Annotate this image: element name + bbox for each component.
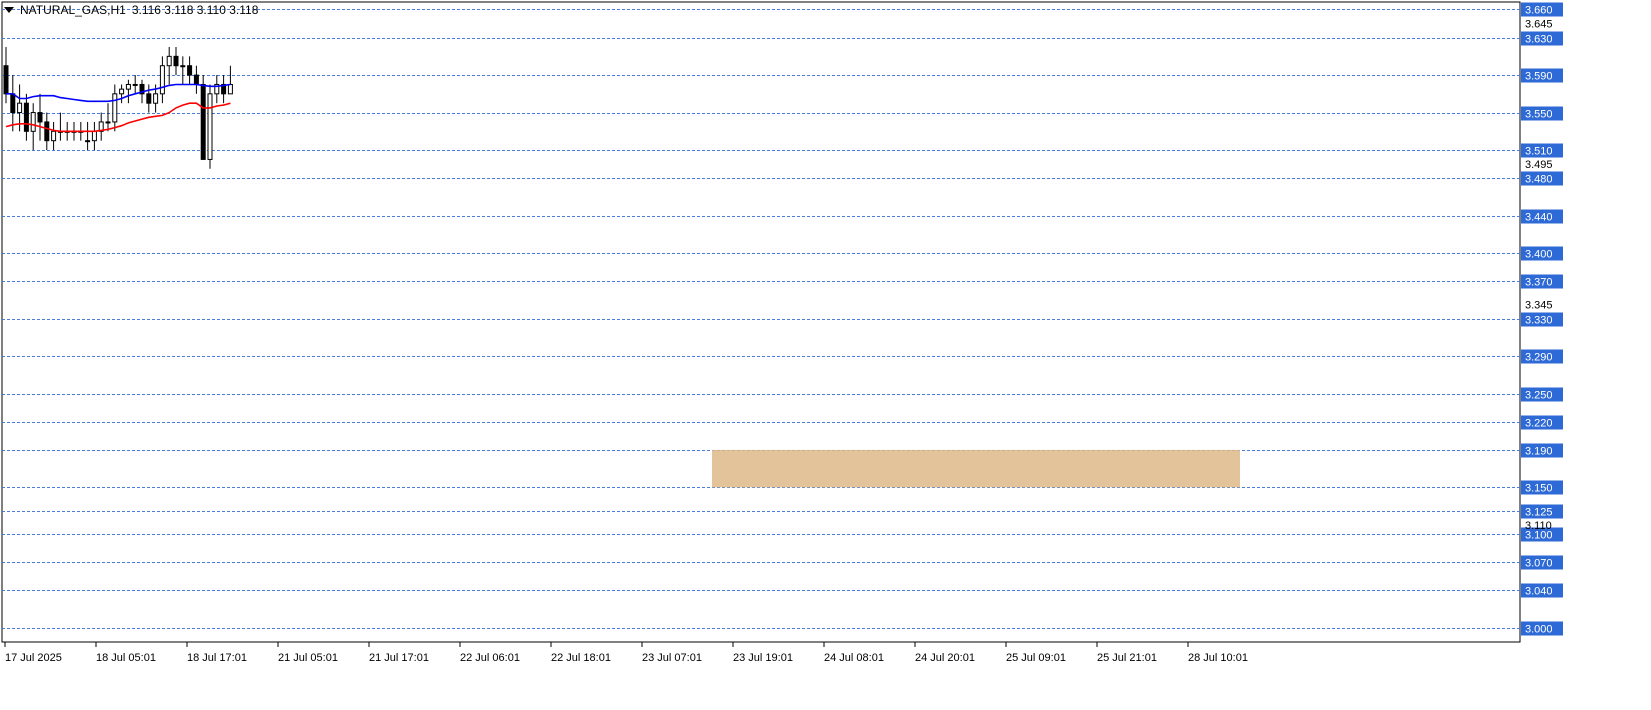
price-level-label: 3.040 xyxy=(1525,586,1553,598)
price-level-label: 3.510 xyxy=(1525,146,1553,158)
candle xyxy=(105,121,111,124)
chart-area: 3.660 3.630 3.590 3.550 3.510 3.480 3.440 3.400… xyxy=(0,0,1651,705)
price-tick-label: 3.645 xyxy=(1525,19,1553,31)
price-level-label: 3.370 xyxy=(1525,277,1553,289)
price-level-label: 3.220 xyxy=(1525,418,1553,430)
candle xyxy=(119,88,125,95)
candle xyxy=(207,93,213,160)
candle xyxy=(112,93,118,123)
candle xyxy=(17,102,23,114)
time-axis-label: 23 Jul 19:01 xyxy=(733,652,793,664)
candle xyxy=(153,93,159,104)
candle xyxy=(51,130,57,142)
time-axis-label: 24 Jul 20:01 xyxy=(915,652,975,664)
price-level-label: 3.440 xyxy=(1525,212,1553,224)
candle xyxy=(91,130,97,142)
price-level-label: 3.330 xyxy=(1525,315,1553,327)
price-level-label: 3.070 xyxy=(1525,558,1553,570)
time-axis-label: 24 Jul 08:01 xyxy=(824,652,884,664)
time-axis-label: 25 Jul 09:01 xyxy=(1006,652,1066,664)
time-axis-label: 22 Jul 18:01 xyxy=(551,652,611,664)
price-level-label: 3.290 xyxy=(1525,352,1553,364)
price-tick-label: 3.345 xyxy=(1525,300,1553,312)
symbol-header: NATURAL_GAS,H1 3.116 3.118 3.110 3.118 xyxy=(4,3,258,17)
candle xyxy=(180,65,186,68)
candle xyxy=(23,102,29,132)
chevron-down-icon[interactable] xyxy=(4,7,14,13)
candle xyxy=(85,140,91,143)
price-level-label: 3.250 xyxy=(1525,390,1553,402)
candle xyxy=(10,93,16,114)
plot-frame xyxy=(1,1,1521,643)
price-level-label: 3.660 xyxy=(1525,5,1553,17)
time-axis-label: 28 Jul 10:01 xyxy=(1188,652,1248,664)
price-tick-label: 3.110 xyxy=(1525,520,1552,532)
price-level-label: 3.400 xyxy=(1525,249,1553,261)
price-level-label: 3.000 xyxy=(1525,624,1553,636)
candle xyxy=(44,121,50,142)
price-level-label: 3.590 xyxy=(1525,71,1553,83)
price-level-label: 3.125 xyxy=(1525,507,1553,519)
candle xyxy=(159,65,165,95)
symbol-label: NATURAL_GAS,H1 xyxy=(20,3,126,17)
candle xyxy=(227,83,233,95)
time-axis-label: 18 Jul 05:01 xyxy=(96,652,156,664)
candle xyxy=(37,112,43,123)
candle xyxy=(132,83,138,86)
price-level-label: 3.480 xyxy=(1525,174,1553,186)
consolidation-zone xyxy=(712,449,1240,488)
price-tick-label: 3.495 xyxy=(1525,159,1553,171)
candle xyxy=(146,93,152,104)
ohlc-readout: 3.116 3.118 3.110 3.118 xyxy=(131,3,259,17)
candle xyxy=(193,74,199,85)
price-level-label: 3.190 xyxy=(1525,446,1553,458)
time-axis-label: 21 Jul 05:01 xyxy=(278,652,338,664)
time-axis-label: 23 Jul 07:01 xyxy=(642,652,702,664)
candle xyxy=(173,55,179,67)
time-axis-label: 25 Jul 21:01 xyxy=(1097,652,1157,664)
price-level-label: 3.150 xyxy=(1525,483,1553,495)
candle xyxy=(200,83,206,160)
time-axis-label: 21 Jul 17:01 xyxy=(369,652,429,664)
time-axis-label: 18 Jul 17:01 xyxy=(187,652,247,664)
time-axis-label: 22 Jul 06:01 xyxy=(460,652,520,664)
price-level-label: 3.550 xyxy=(1525,109,1553,121)
candle xyxy=(30,112,36,132)
candle xyxy=(125,83,131,90)
price-level-label: 3.630 xyxy=(1525,34,1553,46)
candle xyxy=(3,65,9,95)
time-axis-label: 17 Jul 2025 xyxy=(5,652,62,664)
price-chart: 3.660 3.630 3.590 3.550 3.510 3.480 3.440 3.400… xyxy=(1,1,1563,664)
candle xyxy=(187,65,193,76)
candle xyxy=(166,55,172,67)
